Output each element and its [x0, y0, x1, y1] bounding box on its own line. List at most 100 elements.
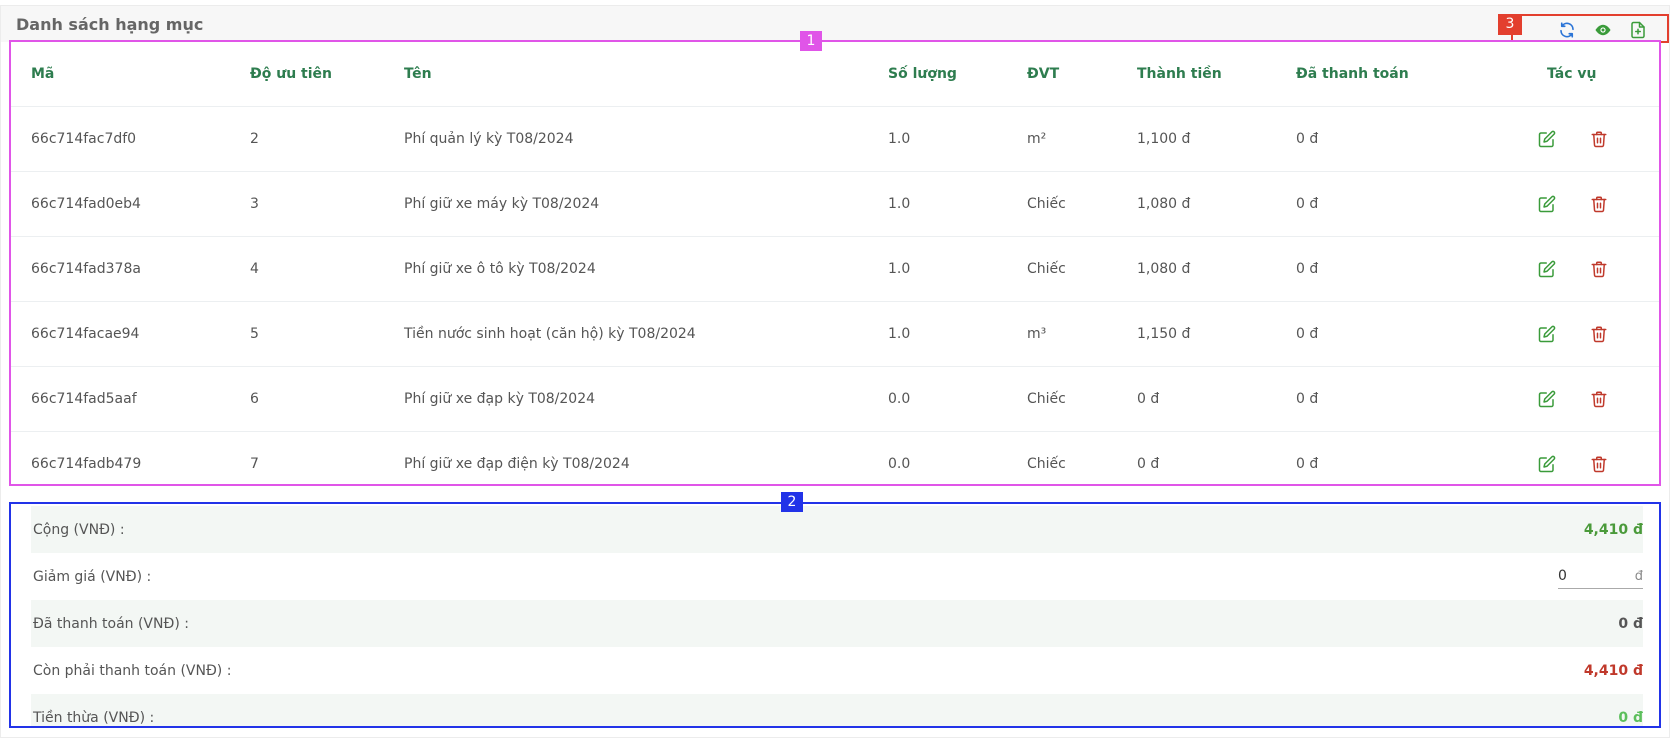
- cell-name: Phí giữ xe đạp kỳ T08/2024: [404, 391, 596, 407]
- cell-name: Tiền nước sinh hoạt (căn hộ) kỳ T08/2024: [404, 326, 696, 342]
- column-header-amount[interactable]: Thành tiền: [1137, 42, 1222, 106]
- cell-code: 66c714fad5aaf: [31, 391, 137, 407]
- summary-total-row: Cộng (VNĐ) : 4,410 đ: [31, 506, 1643, 553]
- cell-priority: 2: [250, 131, 259, 147]
- summary-paid-value: 0 đ: [1618, 615, 1643, 632]
- cell-unit: Chiếc: [1027, 391, 1066, 407]
- column-header-code[interactable]: Mã: [31, 42, 54, 106]
- edit-icon[interactable]: [1538, 455, 1556, 473]
- cell-quantity: 0.0: [888, 456, 911, 472]
- cell-unit: m³: [1027, 326, 1047, 342]
- summary-paid-row: Đã thanh toán (VNĐ) : 0 đ: [31, 600, 1643, 647]
- cell-quantity: 1.0: [888, 326, 911, 342]
- cell-name: Phí giữ xe ô tô kỳ T08/2024: [404, 261, 596, 277]
- delete-icon[interactable]: [1590, 260, 1608, 278]
- cell-amount: 1,080 đ: [1137, 196, 1191, 212]
- column-header-priority[interactable]: Độ ưu tiên: [250, 42, 332, 106]
- marker-tools: 3: [1498, 14, 1522, 35]
- cell-paid: 0 đ: [1296, 261, 1319, 277]
- row-actions: [1538, 432, 1608, 484]
- discount-field[interactable]: đ: [1558, 565, 1643, 589]
- column-header-actions: Tác vụ: [1547, 66, 1597, 82]
- table-row: 66c714fadb479 7 Phí giữ xe đạp điện kỳ T08…: [11, 432, 1659, 484]
- edit-icon[interactable]: [1538, 325, 1556, 343]
- cell-amount: 0 đ: [1137, 391, 1160, 407]
- cell-paid: 0 đ: [1296, 131, 1319, 147]
- table-row: 66c714fad0eb4 3 Phí giữ xe máy kỳ T08/2024…: [11, 172, 1659, 237]
- cell-quantity: 1.0: [888, 196, 911, 212]
- row-actions: [1538, 367, 1608, 431]
- column-header-paid[interactable]: Đã thanh toán: [1296, 42, 1409, 106]
- cell-priority: 3: [250, 196, 259, 212]
- cell-code: 66c714fadb479: [31, 456, 142, 472]
- marker-table: 1: [800, 31, 822, 51]
- cell-priority: 5: [250, 326, 259, 342]
- discount-input[interactable]: [1558, 568, 1613, 584]
- summary-box: Cộng (VNĐ) : 4,410 đ Giảm giá (VNĐ) : đ …: [9, 502, 1661, 728]
- cell-quantity: 1.0: [888, 131, 911, 147]
- cell-paid: 0 đ: [1296, 456, 1319, 472]
- summary-remaining-value: 4,410 đ: [1583, 662, 1643, 679]
- cell-paid: 0 đ: [1296, 391, 1319, 407]
- row-actions: [1538, 172, 1608, 236]
- cell-amount: 1,150 đ: [1137, 326, 1191, 342]
- delete-icon[interactable]: [1590, 390, 1608, 408]
- cell-name: Phí giữ xe đạp điện kỳ T08/2024: [404, 456, 630, 472]
- summary-change-row: Tiền thừa (VNĐ) : 0 đ: [31, 694, 1643, 726]
- edit-icon[interactable]: [1538, 260, 1556, 278]
- delete-icon[interactable]: [1590, 130, 1608, 148]
- summary-total-label: Cộng (VNĐ) :: [33, 521, 125, 538]
- cell-amount: 1,080 đ: [1137, 261, 1191, 277]
- cell-quantity: 0.0: [888, 391, 911, 407]
- cell-priority: 7: [250, 456, 259, 472]
- cell-priority: 4: [250, 261, 259, 277]
- row-actions: [1538, 237, 1608, 301]
- cell-unit: Chiếc: [1027, 261, 1066, 277]
- summary-remaining-label: Còn phải thanh toán (VNĐ) :: [33, 662, 232, 679]
- table-header-row: Mã Độ ưu tiên Tên Số lượng ĐVT Thành tiề…: [11, 42, 1659, 107]
- edit-icon[interactable]: [1538, 195, 1556, 213]
- row-actions: [1538, 107, 1608, 171]
- items-table: Mã Độ ưu tiên Tên Số lượng ĐVT Thành tiề…: [9, 40, 1661, 486]
- table-row: 66c714fac7df0 2 Phí quản lý kỳ T08/2024 1.0…: [11, 107, 1659, 172]
- cell-code: 66c714fad378a: [31, 261, 141, 277]
- delete-icon[interactable]: [1590, 195, 1608, 213]
- summary-total-value: 4,410 đ: [1583, 521, 1643, 538]
- panel-header: Danh sách hạng mục 3: [1, 6, 1669, 43]
- column-header-quantity[interactable]: Số lượng: [888, 42, 957, 106]
- summary-change-value: 0 đ: [1618, 709, 1643, 726]
- cell-amount: 0 đ: [1137, 456, 1160, 472]
- cell-paid: 0 đ: [1296, 196, 1319, 212]
- summary-discount-row: Giảm giá (VNĐ) : đ: [31, 553, 1643, 600]
- cell-name: Phí quản lý kỳ T08/2024: [404, 131, 574, 147]
- summary-change-label: Tiền thừa (VNĐ) :: [33, 709, 155, 726]
- cell-unit: Chiếc: [1027, 196, 1066, 212]
- table-row: 66c714fad378a 4 Phí giữ xe ô tô kỳ T08/202…: [11, 237, 1659, 302]
- cell-unit: Chiếc: [1027, 456, 1066, 472]
- cell-paid: 0 đ: [1296, 326, 1319, 342]
- marker-summary: 2: [781, 492, 803, 512]
- page-title: Danh sách hạng mục: [16, 15, 204, 34]
- toolbar: [1511, 14, 1669, 43]
- cell-priority: 6: [250, 391, 259, 407]
- refresh-icon[interactable]: [1558, 21, 1576, 39]
- cell-amount: 1,100 đ: [1137, 131, 1191, 147]
- table-row: 66c714facae94 5 Tiền nước sinh hoạt (căn h…: [11, 302, 1659, 367]
- delete-icon[interactable]: [1590, 455, 1608, 473]
- edit-icon[interactable]: [1538, 390, 1556, 408]
- table-row: 66c714fad5aaf 6 Phí giữ xe đạp kỳ T08/2024…: [11, 367, 1659, 432]
- cell-name: Phí giữ xe máy kỳ T08/2024: [404, 196, 600, 212]
- cell-quantity: 1.0: [888, 261, 911, 277]
- eye-icon[interactable]: [1592, 21, 1614, 39]
- row-actions: [1538, 302, 1608, 366]
- column-header-unit[interactable]: ĐVT: [1027, 42, 1059, 106]
- cell-code: 66c714fad0eb4: [31, 196, 141, 212]
- summary-paid-label: Đã thanh toán (VNĐ) :: [33, 615, 189, 632]
- column-header-name[interactable]: Tên: [404, 42, 432, 106]
- delete-icon[interactable]: [1590, 325, 1608, 343]
- file-add-icon[interactable]: [1629, 21, 1647, 39]
- cell-unit: m²: [1027, 131, 1047, 147]
- discount-unit: đ: [1634, 568, 1643, 584]
- summary-discount-label: Giảm giá (VNĐ) :: [33, 568, 152, 585]
- edit-icon[interactable]: [1538, 130, 1556, 148]
